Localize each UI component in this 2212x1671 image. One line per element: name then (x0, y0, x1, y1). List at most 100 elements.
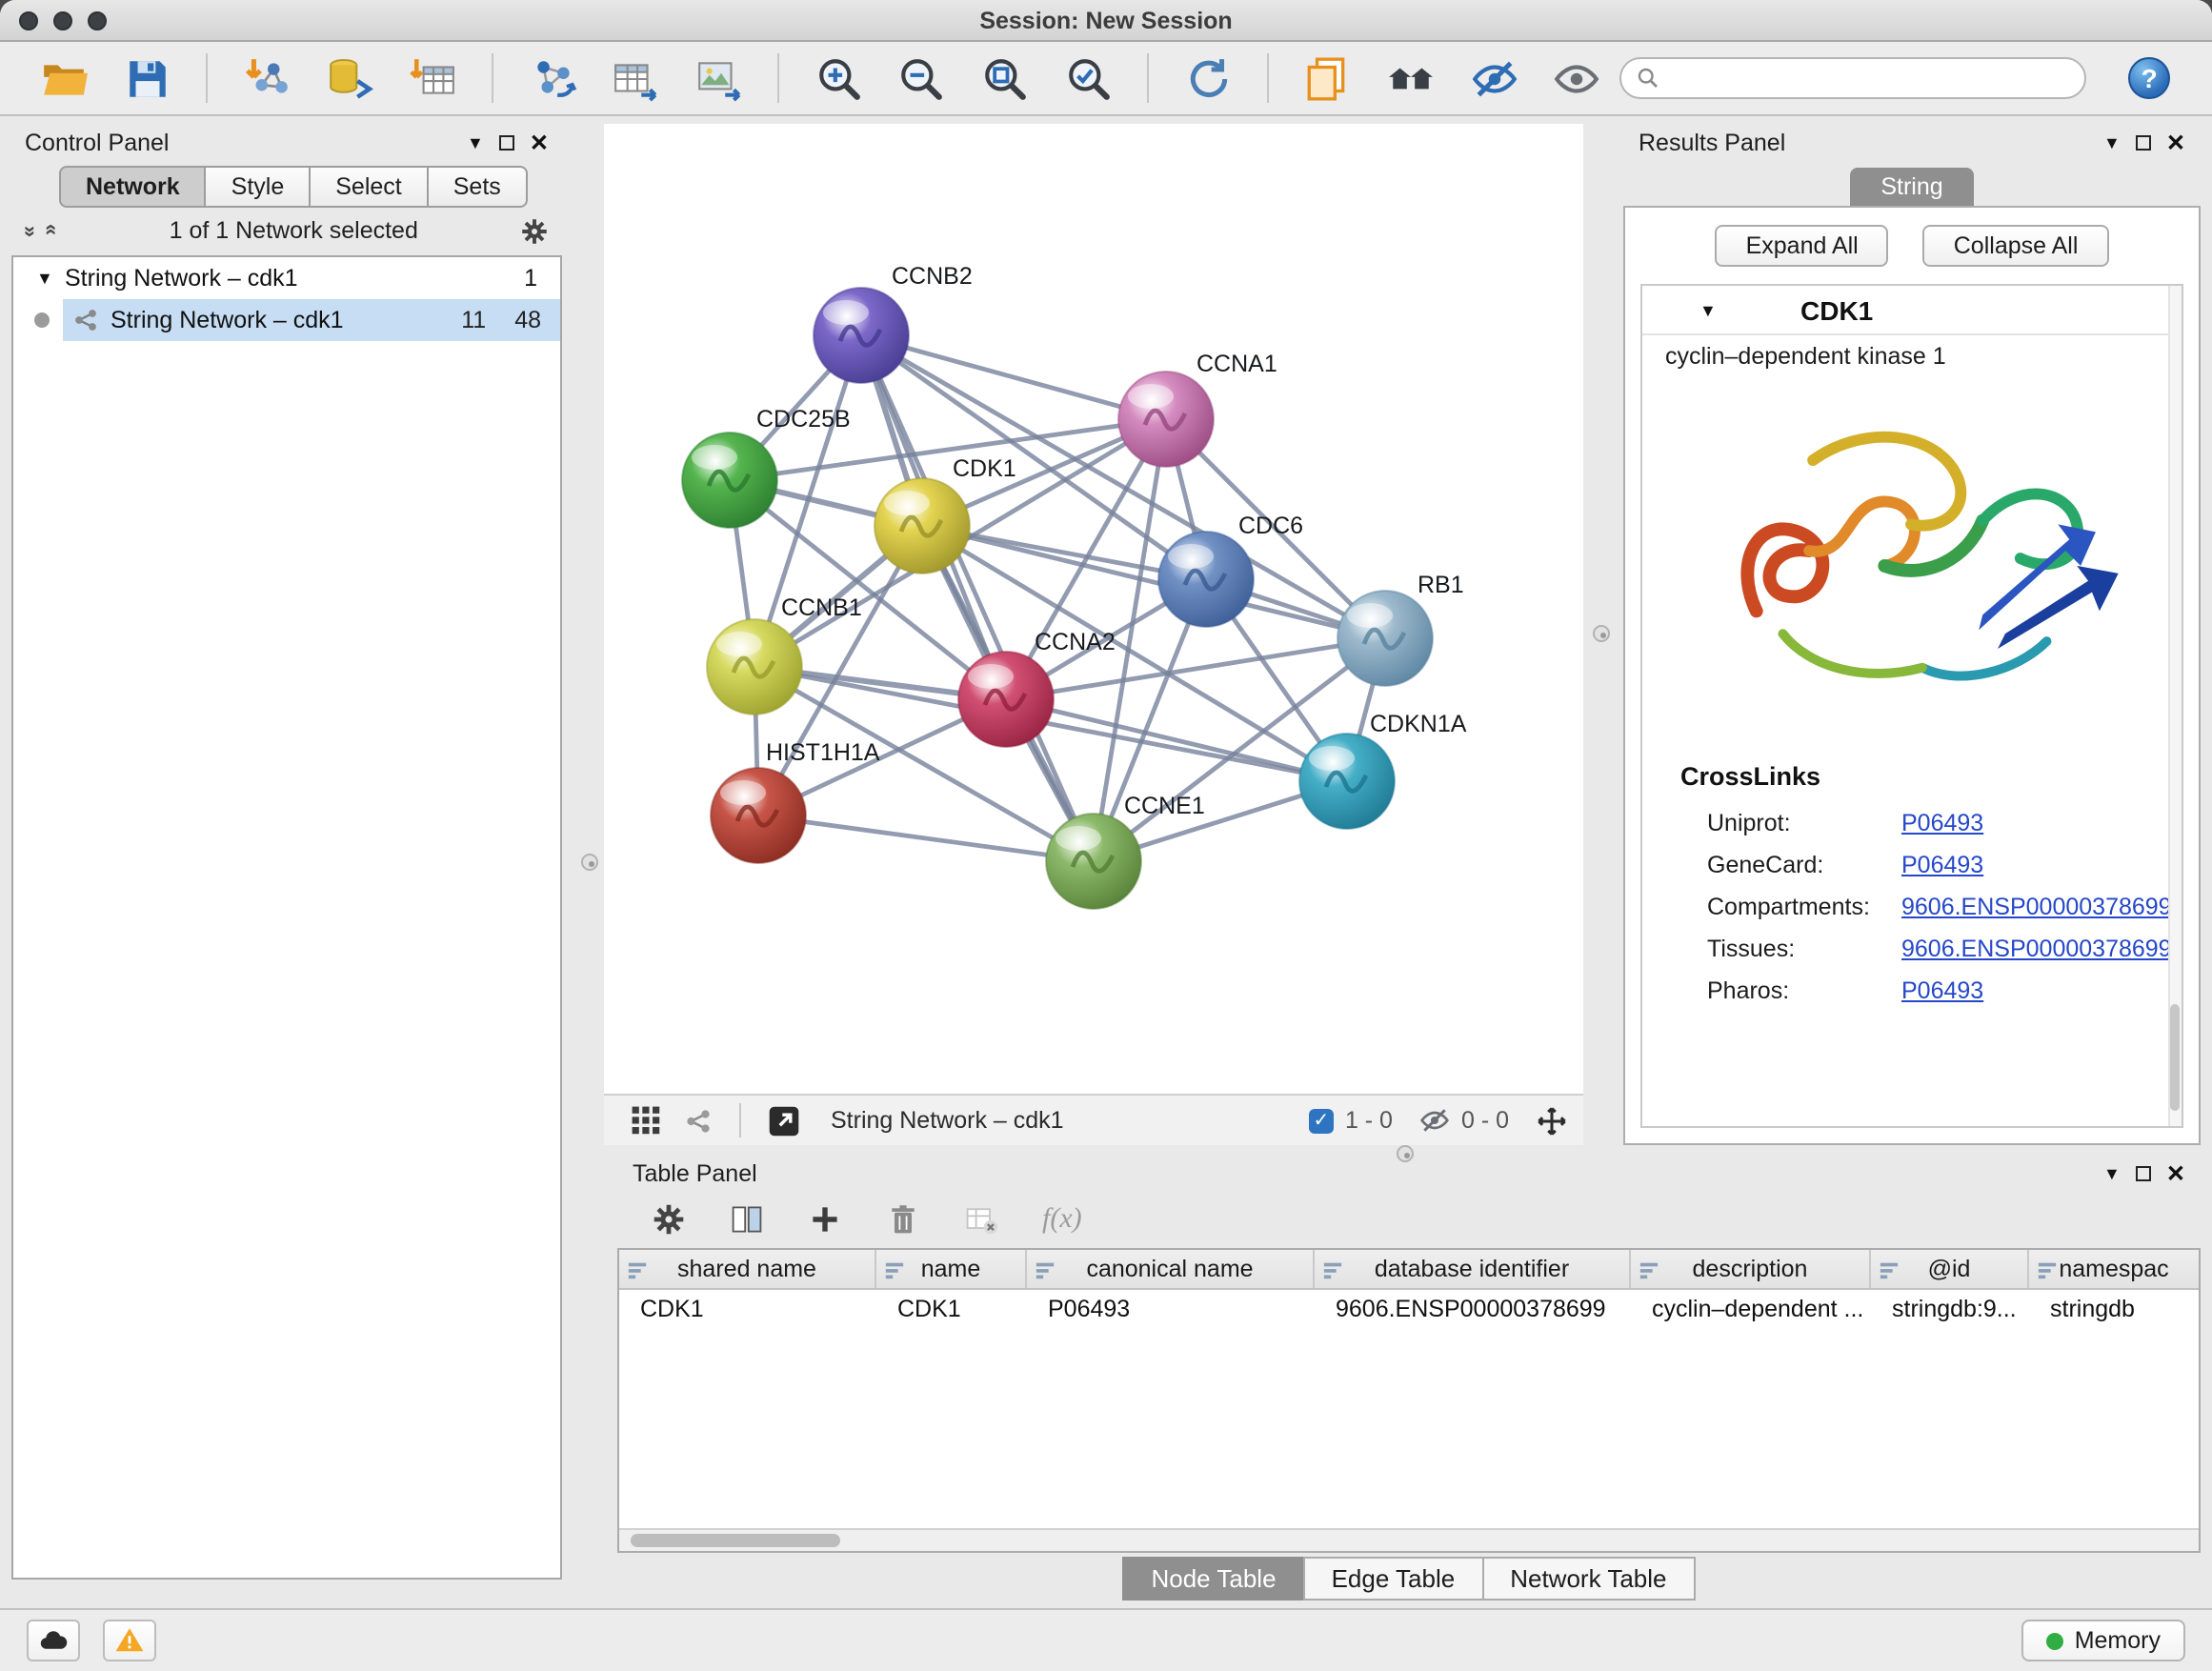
panel-close-button[interactable]: ✕ (2166, 131, 2185, 154)
table-horizontal-scrollbar[interactable] (619, 1528, 2199, 1551)
import-network-from-file-button[interactable] (239, 50, 295, 107)
disclosure-triangle-icon[interactable]: ▼ (36, 269, 65, 288)
gear-icon[interactable] (652, 1202, 686, 1237)
selected-nodes-checkbox-icon[interactable]: ✓ (1309, 1108, 1334, 1133)
tab-network-table[interactable]: Network Table (1481, 1556, 1695, 1600)
network-node-cdk1[interactable] (875, 478, 970, 574)
tab-network[interactable]: Network (59, 166, 205, 208)
network-node-ccna1[interactable] (1118, 372, 1214, 467)
expand-all-icon[interactable]: » (18, 226, 41, 235)
tab-style[interactable]: Style (205, 166, 310, 208)
string-view-button[interactable] (684, 1106, 713, 1135)
export-image-button[interactable] (692, 50, 748, 107)
cell-canonical-name[interactable]: P06493 (1027, 1296, 1315, 1322)
collapse-all-icon[interactable]: » (39, 226, 62, 235)
disclosure-triangle-icon[interactable]: ▼ (1699, 300, 1728, 319)
zoom-in-button[interactable] (811, 50, 867, 107)
refresh-view-button[interactable] (1179, 50, 1236, 107)
function-builder-button[interactable]: f(x) (1042, 1203, 1082, 1236)
save-session-button[interactable] (119, 50, 175, 107)
close-window-button[interactable] (19, 11, 38, 30)
tab-edge-table[interactable]: Edge Table (1303, 1556, 1482, 1600)
navigator-button[interactable] (1382, 50, 1438, 107)
panel-float-button[interactable] (499, 135, 514, 151)
tab-node-table[interactable]: Node Table (1122, 1556, 1302, 1600)
minimize-window-button[interactable] (53, 11, 72, 30)
panel-close-button[interactable]: ✕ (2166, 1162, 2185, 1185)
panel-close-button[interactable]: ✕ (530, 131, 549, 154)
network-collection-row[interactable]: ▼ String Network – cdk1 1 (13, 257, 560, 299)
network-node-ccnb2[interactable] (814, 288, 909, 383)
memory-button[interactable]: Memory (2021, 1620, 2185, 1661)
network-node-ccne1[interactable] (1046, 814, 1141, 909)
horizontal-splitter-handle[interactable] (1397, 1145, 1414, 1162)
column-header-canonical-name[interactable]: canonical name (1027, 1250, 1315, 1288)
move-crosshair-icon[interactable] (1536, 1104, 1568, 1137)
open-session-button[interactable] (36, 50, 92, 107)
panel-menu-button[interactable]: ▼ (467, 133, 484, 152)
compartments-link[interactable]: 9606.ENSP00000378699 (1901, 894, 2172, 920)
cell-description[interactable]: cyclin–dependent ... (1631, 1296, 1871, 1322)
zoom-out-button[interactable] (894, 50, 950, 107)
uniprot-link[interactable]: P06493 (1901, 810, 1983, 836)
column-header-namespace[interactable]: namespac (2029, 1250, 2199, 1288)
hide-graphics-details-button[interactable] (1465, 50, 1521, 107)
warnings-button[interactable] (103, 1620, 156, 1661)
network-node-cdc6[interactable] (1158, 532, 1254, 627)
import-table-from-file-button[interactable] (405, 50, 461, 107)
network-canvas[interactable]: CCNB2CCNA1CDC25BCDK1CDC6RB1CCNB1CCNA2CDK… (604, 124, 1583, 1094)
panel-menu-button[interactable]: ▼ (2103, 1164, 2121, 1183)
column-header-database-identifier[interactable]: database identifier (1315, 1250, 1631, 1288)
delete-column-icon[interactable] (886, 1202, 920, 1237)
results-scrollbar[interactable] (2168, 286, 2182, 1126)
network-node-hist1h1a[interactable] (711, 768, 806, 863)
network-node-rb1[interactable] (1337, 591, 1433, 686)
string-results-tab[interactable]: String (1850, 168, 1973, 206)
show-graphics-details-button[interactable] (1549, 50, 1605, 107)
expand-all-button[interactable]: Expand All (1716, 225, 1889, 267)
clone-network-button[interactable] (1299, 50, 1356, 107)
zoom-selected-button[interactable] (1060, 50, 1116, 107)
column-header-description[interactable]: description (1631, 1250, 1871, 1288)
cell-namespace[interactable]: stringdb (2029, 1296, 2199, 1322)
genecard-link[interactable]: P06493 (1901, 852, 1983, 878)
tab-sets[interactable]: Sets (427, 166, 528, 208)
panel-float-button[interactable] (2136, 1166, 2151, 1181)
column-header-shared-name[interactable]: shared name (619, 1250, 876, 1288)
help-button[interactable]: ? (2128, 57, 2170, 99)
search-input[interactable] (1668, 65, 2069, 91)
search-box[interactable] (1619, 57, 2086, 99)
grid-view-button[interactable] (631, 1105, 661, 1136)
import-network-from-database-button[interactable] (322, 50, 378, 107)
select-columns-icon[interactable] (730, 1202, 764, 1237)
network-row-selected[interactable]: String Network – cdk1 11 48 (13, 299, 560, 341)
cell-database-identifier[interactable]: 9606.ENSP00000378699 (1315, 1296, 1631, 1322)
zoom-window-button[interactable] (88, 11, 107, 30)
zoom-fit-button[interactable] (977, 50, 1034, 107)
tab-select[interactable]: Select (309, 166, 427, 208)
network-node-cdc25b[interactable] (682, 433, 777, 528)
network-node-ccnb1[interactable] (707, 619, 802, 715)
column-header-name[interactable]: name (876, 1250, 1027, 1288)
table-row[interactable]: CDK1 CDK1 P06493 9606.ENSP00000378699 cy… (619, 1290, 2199, 1328)
cloud-status-button[interactable] (27, 1620, 80, 1661)
new-table-button[interactable] (608, 50, 664, 107)
collapse-all-button[interactable]: Collapse All (1923, 225, 2109, 267)
scrollbar-thumb[interactable] (631, 1534, 840, 1547)
right-splitter-handle[interactable] (1593, 625, 1610, 642)
cell-name[interactable]: CDK1 (876, 1296, 1027, 1322)
network-node-ccna2[interactable] (958, 652, 1054, 747)
gear-icon[interactable] (520, 216, 549, 245)
network-node-cdkn1a[interactable] (1299, 734, 1395, 829)
pharos-link[interactable]: P06493 (1901, 977, 1983, 1004)
add-column-icon[interactable] (808, 1202, 842, 1237)
cell-shared-name[interactable]: CDK1 (619, 1296, 876, 1322)
clear-table-icon[interactable] (964, 1202, 998, 1237)
new-network-button[interactable] (525, 50, 581, 107)
cell-id[interactable]: stringdb:9... (1871, 1296, 2029, 1322)
panel-menu-button[interactable]: ▼ (2103, 133, 2121, 152)
panel-float-button[interactable] (2136, 135, 2151, 151)
column-header-id[interactable]: @id (1871, 1250, 2029, 1288)
detach-view-button[interactable] (768, 1104, 800, 1137)
tissues-link[interactable]: 9606.ENSP00000378699 (1901, 936, 2172, 962)
